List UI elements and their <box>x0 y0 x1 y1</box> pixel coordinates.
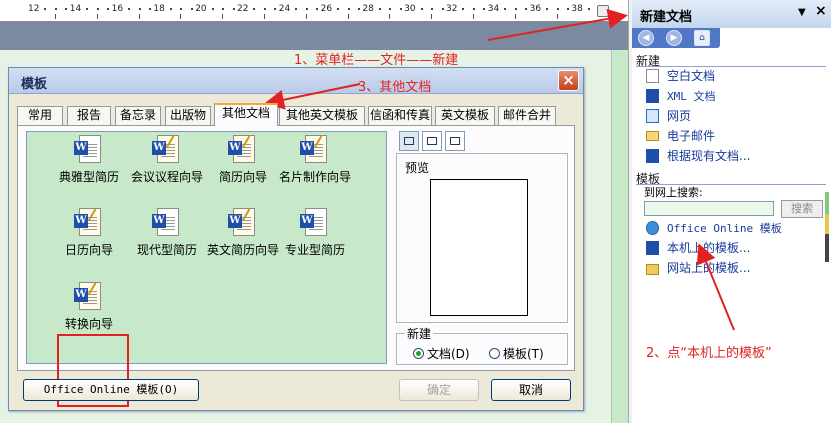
annotation-step2: 2、点“本机上的模板” <box>646 346 772 361</box>
arrow-step1 <box>487 8 628 41</box>
annotation-step3: 3、其他文档 <box>358 80 432 95</box>
annotation-step1: 1、菜单栏——文件——新建 <box>294 53 459 68</box>
tab-other-documents[interactable]: 其他文档 <box>214 103 278 126</box>
arrow-step3 <box>264 83 361 110</box>
arrow-step2 <box>696 243 735 331</box>
